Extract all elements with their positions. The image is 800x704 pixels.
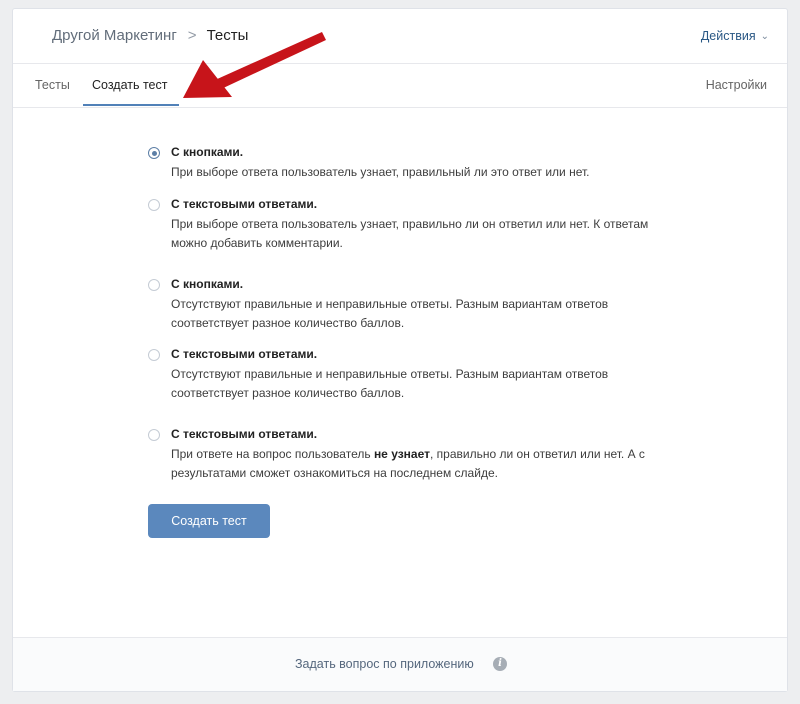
info-icon[interactable]: i bbox=[493, 657, 507, 671]
tab-create-test[interactable]: Создать тест bbox=[92, 78, 168, 92]
radio-button[interactable] bbox=[148, 429, 160, 441]
option-title: С кнопками. bbox=[171, 277, 244, 291]
description-emphasis: не узнает bbox=[373, 447, 430, 461]
option-description: При выборе ответа пользователь узнает, п… bbox=[171, 217, 649, 250]
option-title: С текстовыми ответами. bbox=[171, 427, 318, 441]
radio-button[interactable] bbox=[148, 199, 160, 211]
option-description: При выборе ответа пользователь узнает, п… bbox=[171, 165, 590, 179]
radio-button[interactable] bbox=[148, 147, 160, 159]
breadcrumb-root[interactable]: Другой Маркетинг bbox=[52, 27, 177, 44]
active-tab-indicator bbox=[83, 104, 179, 106]
ask-question-link[interactable]: Задать вопрос по приложению bbox=[295, 657, 474, 671]
option-description: Отсутствуют правильные и неправильные от… bbox=[171, 297, 609, 330]
app-card: Другой Маркетинг > Тесты Действия ⌄ Тесты С… bbox=[12, 8, 788, 692]
create-test-button[interactable]: Создать тест bbox=[148, 504, 270, 538]
option-description: Отсутствуют правильные и неправильные от… bbox=[171, 367, 609, 400]
actions-dropdown[interactable]: Действия ⌄ bbox=[701, 29, 769, 43]
option-description: При ответе на вопрос пользователь не узн… bbox=[171, 445, 671, 483]
option-title: С текстовыми ответами. bbox=[171, 197, 318, 211]
breadcrumb-current: Тесты bbox=[206, 27, 249, 44]
settings-link[interactable]: Настройки bbox=[706, 78, 767, 92]
description-start: При ответе на вопрос пользователь bbox=[171, 447, 374, 461]
footer: Задать вопрос по приложению i bbox=[13, 637, 787, 691]
chevron-right-icon: > bbox=[187, 27, 197, 44]
chevron-down-icon: ⌄ bbox=[760, 31, 769, 42]
radio-button[interactable] bbox=[148, 279, 160, 291]
tab-bar: Тесты Создать тест Настройки bbox=[13, 63, 787, 108]
actions-label: Действия bbox=[700, 29, 756, 43]
option-title: С текстовыми ответами. bbox=[171, 347, 318, 361]
tab-tests[interactable]: Тесты bbox=[35, 78, 70, 92]
option-title: С кнопками. bbox=[171, 145, 244, 159]
breadcrumb: Другой Маркетинг > Тесты bbox=[52, 27, 248, 44]
radio-button[interactable] bbox=[148, 349, 160, 361]
header: Другой Маркетинг > Тесты Действия ⌄ bbox=[13, 9, 787, 64]
